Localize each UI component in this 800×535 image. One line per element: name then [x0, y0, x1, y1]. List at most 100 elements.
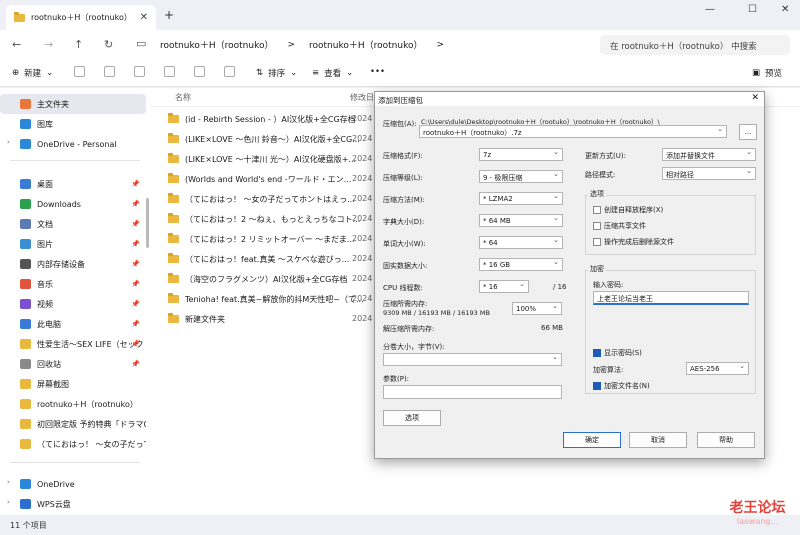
sidebar-item[interactable]: 图库	[0, 114, 146, 134]
tab-current[interactable]: rootnuko＋H（rootnuko） ✕	[6, 5, 156, 30]
sfx-checkbox[interactable]: 创建自释放程序(X)	[593, 205, 663, 215]
file-row[interactable]: (LIKE×LOVE ～色川 鈴音～）AI汉化版+全CG...	[168, 130, 378, 148]
sidebar-item[interactable]: OneDrive	[0, 474, 146, 494]
column-name[interactable]: 名称	[175, 92, 191, 103]
pin-icon: 📌	[131, 180, 140, 188]
sidebar-item-icon	[20, 259, 31, 269]
file-row[interactable]: （てにおはっ！2 ～ねぇ、もっとえっちなコト...	[168, 210, 378, 228]
cut-icon[interactable]	[74, 66, 85, 77]
file-row[interactable]: (id - Rebirth Session - ）AI汉化版+全CG存档	[168, 110, 378, 128]
file-row[interactable]: （てにおはっ！2 リミットオーバー ～まだま...	[168, 230, 378, 248]
new-tab-button[interactable]: +	[164, 8, 174, 22]
chevron-right-icon[interactable]: ›	[7, 498, 10, 506]
sidebar-item[interactable]: 主文件夹	[0, 94, 146, 114]
split-select[interactable]	[383, 353, 562, 366]
sidebar-item[interactable]: 屏幕截图	[0, 374, 146, 394]
pathmode-label: 路径模式:	[585, 171, 616, 179]
shared-checkbox[interactable]: 压缩共享文件	[593, 221, 646, 231]
refresh-icon[interactable]: ↻	[104, 38, 113, 51]
sidebar-item[interactable]: 文档 📌	[0, 214, 146, 234]
navigation-pane: 主文件夹 图库 OneDrive - Personal 桌面 📌 Downloads 📌 文档…	[0, 88, 150, 515]
file-date: 2024	[352, 214, 373, 223]
folder-icon	[168, 273, 179, 283]
file-row[interactable]: Tenioha! feat.真美~解放你的抖M天性吧~（て...	[168, 290, 378, 308]
file-row[interactable]: (LIKE×LOVE ～十津川 光～）AI汉化硬盘版+...	[168, 150, 378, 168]
sidebar-item[interactable]: 回收站 📌	[0, 354, 146, 374]
chevron-right-icon: >	[436, 39, 445, 50]
more-button[interactable]: •••	[370, 67, 385, 77]
sidebar-item[interactable]: （てにおはっ！ ～女の子だって	[0, 434, 146, 454]
update-select[interactable]: 添加并替换文件	[662, 148, 756, 161]
maximize-button[interactable]: ☐	[748, 4, 757, 15]
sidebar-item[interactable]: 内部存储设备 📌	[0, 254, 146, 274]
sidebar-item[interactable]: Downloads 📌	[0, 194, 146, 214]
format-select[interactable]: 7z	[479, 148, 563, 161]
minimize-button[interactable]: —	[705, 4, 715, 15]
paste-icon[interactable]	[134, 66, 145, 77]
cpu-label: CPU 线程数:	[383, 284, 423, 292]
sidebar-item-icon	[20, 239, 31, 249]
preview-button[interactable]: ▣ 预览	[752, 67, 782, 79]
delete-icon[interactable]	[224, 66, 235, 77]
encrypt-names-checkbox[interactable]: 加密文件名(N)	[593, 381, 650, 391]
sidebar-item[interactable]: 桌面 📌	[0, 174, 146, 194]
word-select[interactable]: * 64	[479, 236, 563, 249]
sidebar-item[interactable]: OneDrive - Personal	[0, 134, 146, 154]
sort-button[interactable]: ⇅ 排序 ⌄	[256, 67, 297, 79]
close-tab-icon[interactable]: ✕	[140, 12, 148, 23]
crumb-2[interactable]: rootnuko＋H（rootnuko）	[309, 38, 422, 51]
new-button[interactable]: ⊕ 新建 ⌄	[12, 67, 53, 79]
params-input[interactable]	[383, 385, 562, 399]
sidebar-item[interactable]: 音乐 📌	[0, 274, 146, 294]
pathmode-select[interactable]: 相对路径	[662, 167, 756, 180]
file-row[interactable]: （海空のフラグメンツ）AI汉化版+全CG存档	[168, 270, 378, 288]
show-password-checkbox[interactable]: 显示密码(S)	[593, 348, 642, 358]
copy-icon[interactable]	[104, 66, 115, 77]
password-input[interactable]: 上老王论坛当老王	[593, 291, 749, 305]
enc-method-select[interactable]: AES-256	[686, 362, 749, 375]
back-arrow-icon[interactable]: ←	[12, 38, 21, 51]
sidebar-item[interactable]: 图片 📌	[0, 234, 146, 254]
solid-label: 固实数据大小:	[383, 262, 428, 270]
sidebar-item[interactable]: 视频 📌	[0, 294, 146, 314]
browse-button[interactable]: ...	[739, 124, 757, 140]
up-arrow-icon[interactable]: ↑	[74, 38, 83, 51]
column-date[interactable]: 修改日	[350, 92, 374, 103]
cpu-select[interactable]: * 16	[479, 280, 529, 293]
ok-button[interactable]: 确定	[563, 432, 621, 448]
delete-source-checkbox[interactable]: 操作完成后删除源文件	[593, 237, 674, 247]
sidebar-item[interactable]: 性爱生活～SEX LIFE（セック 📌	[0, 334, 146, 354]
file-row[interactable]: （てにおはっ！ ～女の子だってホントはえっ...	[168, 190, 378, 208]
cancel-button[interactable]: 取消	[629, 432, 687, 448]
chevron-right-icon[interactable]: ›	[7, 478, 10, 486]
level-select[interactable]: 9 - 极限压缩	[479, 170, 563, 183]
archive-name-field[interactable]: rootnuko＋H（rootnuko）.7z	[419, 125, 727, 138]
decomp-label: 解压缩所需内存:	[383, 325, 435, 333]
dict-label: 字典大小(D):	[383, 218, 425, 226]
chevron-right-icon[interactable]: ›	[7, 138, 10, 146]
crumb-1[interactable]: rootnuko＋H（rootnuko）	[160, 38, 273, 51]
sidebar-item-label: WPS云盘	[37, 499, 71, 509]
sidebar-item[interactable]: rootnuko＋H（rootnuko）	[0, 394, 146, 414]
sidebar-item[interactable]: 初回限定版 予約特典「ドラマCI	[0, 414, 146, 434]
close-icon[interactable]: ✕	[751, 93, 759, 103]
forward-arrow-icon[interactable]: →	[44, 38, 53, 51]
help-button[interactable]: 帮助	[697, 432, 755, 448]
sidebar-item[interactable]: WPS云盘	[0, 494, 146, 514]
sidebar-item-icon	[20, 339, 31, 349]
scrollbar[interactable]	[146, 198, 149, 248]
file-row[interactable]: 新建文件夹	[168, 310, 378, 328]
rename-icon[interactable]	[164, 66, 175, 77]
file-row[interactable]: (Worlds and World's end -ワールド・エン...	[168, 170, 378, 188]
dict-select[interactable]: * 64 MB	[479, 214, 563, 227]
sidebar-item[interactable]: 此电脑 📌	[0, 314, 146, 334]
options-button[interactable]: 选项	[383, 410, 441, 426]
share-icon[interactable]	[194, 66, 205, 77]
search-input[interactable]: 在 rootnuko＋H（rootnuko） 中搜索	[600, 35, 790, 55]
file-row[interactable]: （てにおはっ！feat.真美 ～スケベな遊びっ...	[168, 250, 378, 268]
view-button[interactable]: ≡ 查看 ⌄	[312, 67, 353, 79]
close-window-button[interactable]: ✕	[781, 4, 789, 15]
solid-select[interactable]: * 16 GB	[479, 258, 563, 271]
mem-percent-select[interactable]: 100%	[512, 302, 562, 315]
method-select[interactable]: * LZMA2	[479, 192, 563, 205]
